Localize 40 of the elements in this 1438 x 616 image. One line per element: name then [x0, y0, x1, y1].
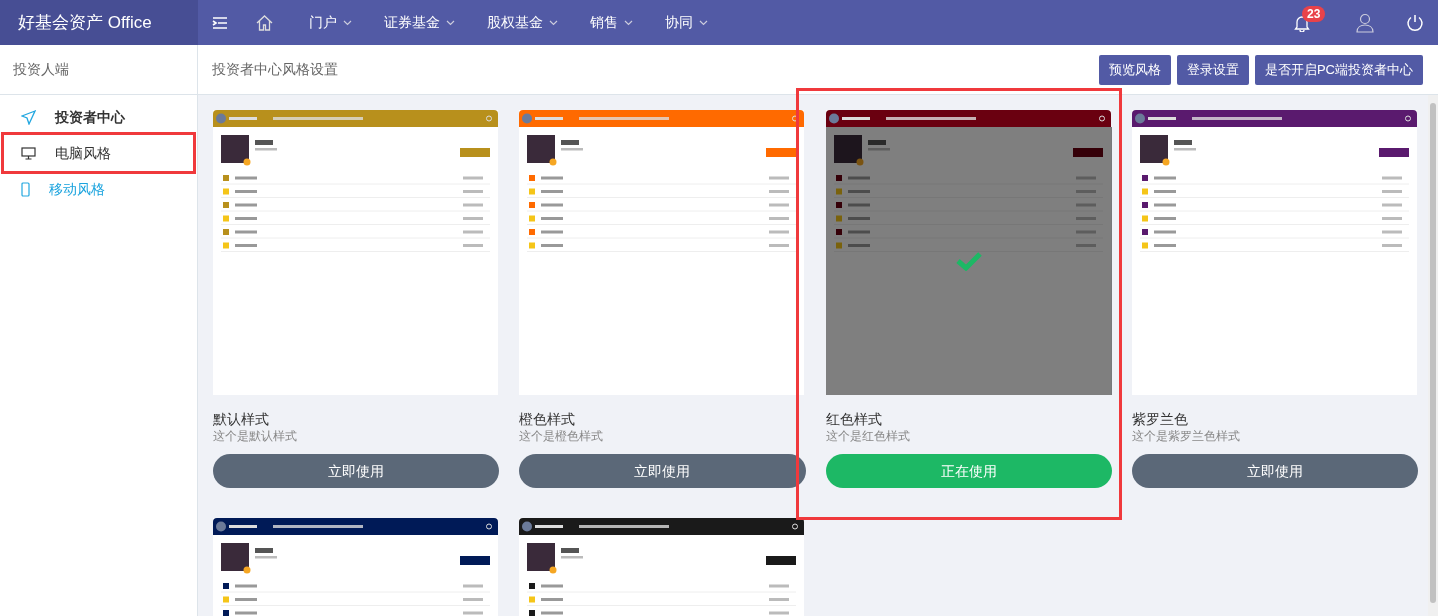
theme-name: 默认样式 — [213, 411, 270, 428]
nav-menu[interactable]: 协同 — [649, 12, 724, 33]
check-icon — [955, 251, 982, 271]
chevron-down-icon — [624, 19, 633, 26]
toolbar-button[interactable]: 预览风格 — [1098, 54, 1171, 85]
chevron-down-icon — [699, 19, 708, 26]
theme-description: 这个是橙色样式 — [519, 428, 605, 444]
nav-menu[interactable]: 门户 — [293, 12, 368, 33]
power-icon[interactable] — [1406, 13, 1424, 32]
page-title: 投资者中心风格设置 — [212, 60, 339, 79]
sidebar-item[interactable]: 电脑风格 — [4, 135, 193, 171]
theme-name: 橙色样式 — [519, 411, 577, 428]
chevron-down-icon — [446, 19, 455, 26]
theme-name: 红色样式 — [825, 411, 883, 428]
toolbar-button[interactable]: 是否开启PC端投资者中心 — [1254, 54, 1423, 85]
user-icon[interactable] — [1356, 12, 1374, 33]
sidebar-heading[interactable]: 投资者中心 — [4, 99, 193, 135]
scrollbar[interactable] — [1428, 95, 1438, 616]
theme-name: 紫罗兰色 — [1131, 411, 1189, 428]
use-theme-button[interactable]: 立即使用 — [1131, 454, 1418, 488]
toolbar-button[interactable]: 登录设置 — [1176, 54, 1249, 85]
notification-badge: 23 — [1302, 5, 1326, 22]
sidebar-title: 投资人端 — [13, 60, 69, 79]
nav-menu[interactable]: 股权基金 — [471, 12, 574, 33]
theme-preview-drawing[interactable] — [1131, 110, 1417, 395]
nav-menu[interactable]: 销售 — [574, 12, 649, 33]
theme-description: 这个是默认样式 — [213, 428, 298, 444]
theme-description: 这个是紫罗兰色样式 — [1131, 428, 1241, 444]
use-theme-button[interactable]: 立即使用 — [519, 454, 806, 488]
monitor-icon — [21, 146, 36, 160]
phone-icon — [21, 181, 30, 197]
home-icon[interactable] — [256, 14, 273, 31]
chevron-down-icon — [343, 19, 352, 26]
app-title: 好基会资产 Office — [0, 0, 198, 45]
chevron-down-icon — [549, 19, 558, 26]
send-icon — [21, 109, 36, 125]
theme-description: 这个是红色样式 — [825, 428, 911, 444]
menu-icon[interactable] — [212, 15, 228, 30]
use-theme-button[interactable]: 立即使用 — [213, 454, 500, 488]
nav-menu[interactable]: 证券基金 — [368, 12, 471, 33]
